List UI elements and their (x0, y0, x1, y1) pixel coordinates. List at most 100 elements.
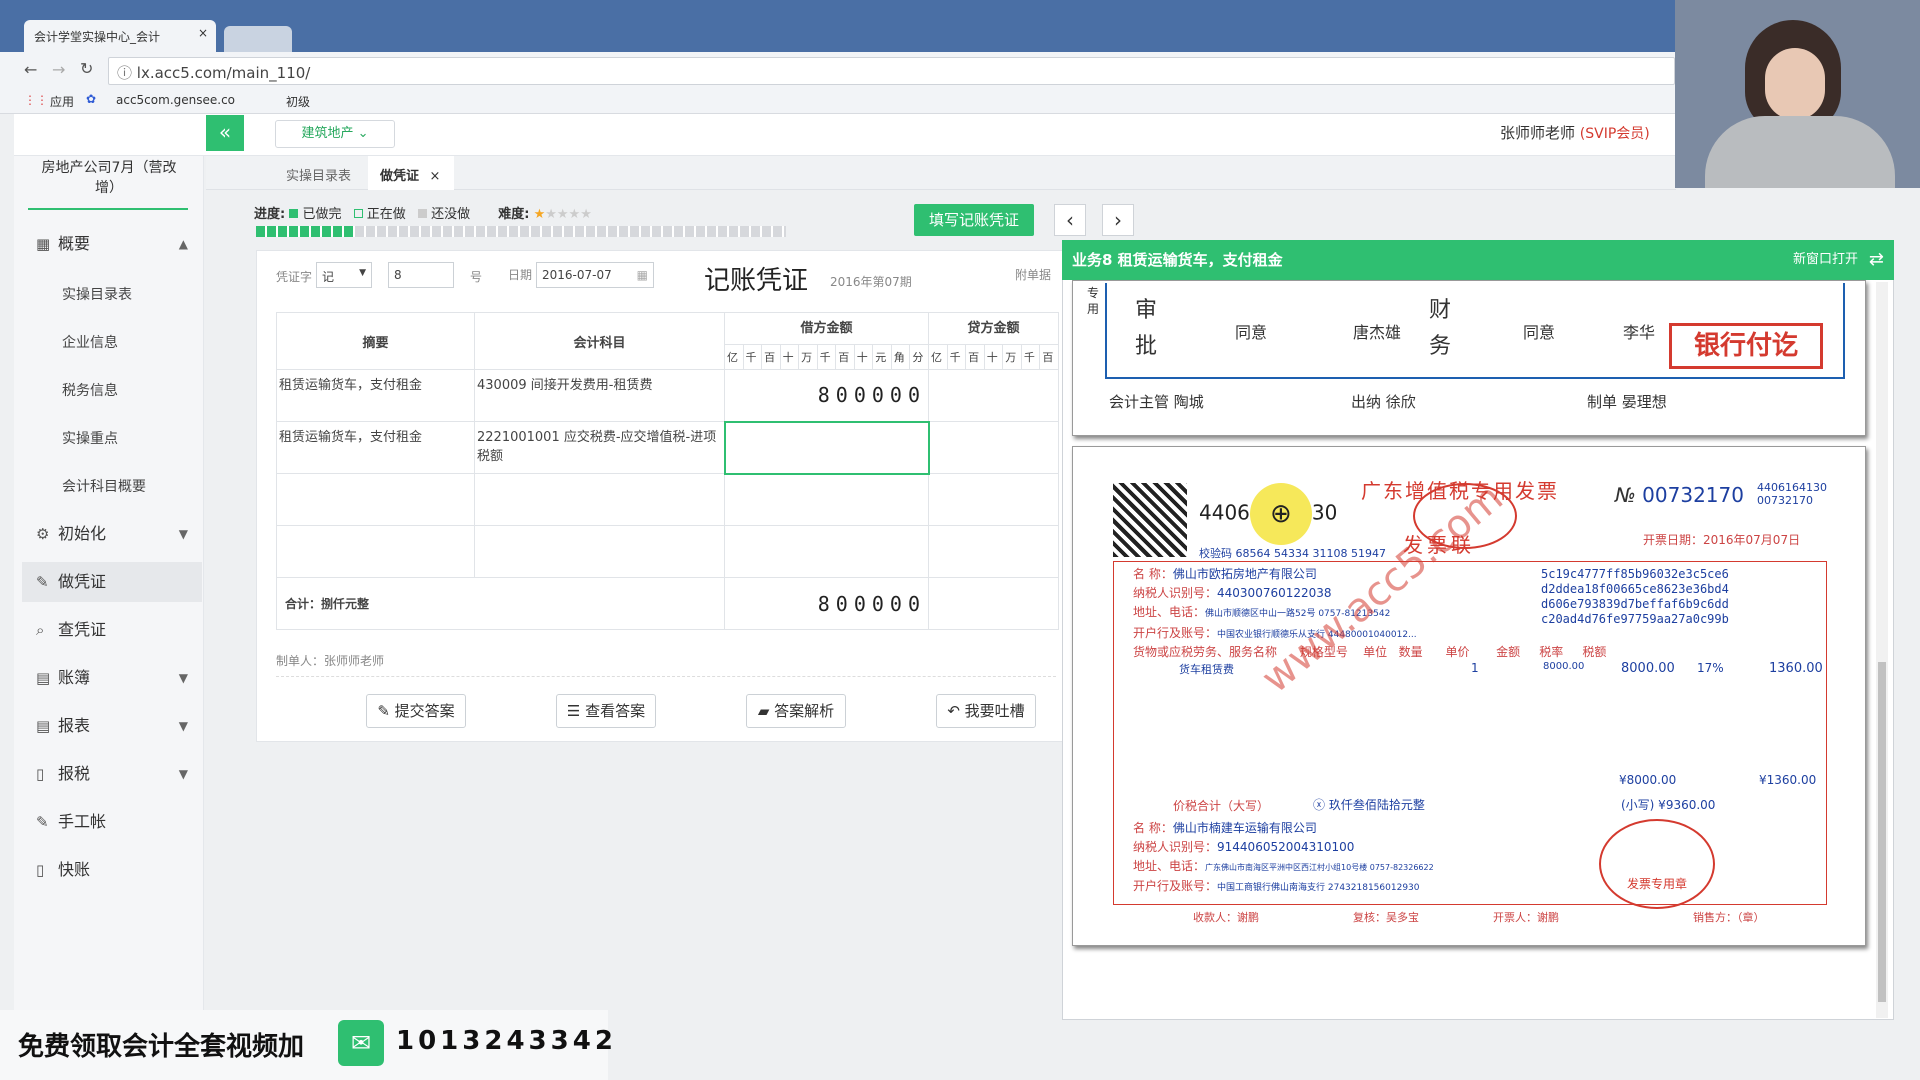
credit-cell[interactable] (928, 369, 1059, 422)
seal-text: 发票专用章 (1626, 877, 1687, 891)
new-tab-button[interactable] (224, 26, 292, 52)
next-button[interactable]: › (1102, 204, 1134, 236)
bookmark-acc5[interactable]: acc5com.gensee.co (116, 93, 235, 107)
unit-cell: 十 (983, 344, 1004, 370)
voucher-row[interactable] (276, 473, 1059, 526)
account-cell[interactable]: 430009 间接开发费用-租赁费 (474, 369, 725, 422)
voucher-table: 摘要 会计科目 借方金额 贷方金额 亿千百十万千百十元角分 亿千百十万千百 租赁… (276, 312, 1059, 630)
summary-cell[interactable]: 租赁运输货车，支付租金 (276, 421, 475, 474)
credit-cell[interactable] (928, 421, 1059, 474)
scroll-thumb[interactable] (1878, 662, 1886, 1002)
vat-invoice: 4406 ⊕ 30 广东增值税专用发票 发票联 № 00732170 4406164… (1072, 446, 1866, 946)
debit-cell[interactable] (724, 473, 929, 526)
cipher-line: 5c19c4777ff85b96032e3c5ce6 (1541, 567, 1729, 581)
back-icon[interactable]: ← (24, 60, 37, 79)
summary-cell[interactable]: 租赁运输货车，支付租金 (276, 369, 475, 422)
done-label: 已做完 (302, 207, 342, 222)
viewer-scrollbar[interactable] (1876, 282, 1888, 1018)
answer-analysis-button[interactable]: ▰ 答案解析 (746, 694, 846, 728)
nav-make-voucher[interactable]: ✎ 做凭证 (22, 562, 202, 602)
submit-answer-button[interactable]: ✎ 提交答案 (366, 694, 466, 728)
gear-icon: ⚙ (36, 525, 50, 543)
collapse-sidebar-button[interactable]: « (206, 115, 244, 151)
nav-report[interactable]: ▤ 报表 ▼ (22, 706, 202, 746)
seller-row: 纳税人识别号：914406052004310100 (1133, 840, 1355, 854)
debit-cell[interactable] (724, 525, 929, 578)
word-select[interactable]: 记 ▼ (316, 262, 372, 288)
wechat-icon: ✉ (338, 1020, 384, 1066)
unit-cell: 千 (946, 344, 967, 370)
maker-label: 制单 晏理想 (1587, 391, 1667, 412)
debit-cell[interactable]: 800000 (724, 369, 929, 422)
tab-catalog[interactable]: 实操目录表 (286, 165, 351, 184)
industry-dropdown[interactable]: 建筑地产 ⌄ (275, 120, 395, 148)
edit-icon: ✎ (377, 702, 395, 720)
url-input[interactable]: ⓘ lx.acc5.com/main_110/ (108, 57, 1675, 85)
credit-cell[interactable] (928, 473, 1059, 526)
swap-icon[interactable]: ⇄ (1869, 240, 1884, 280)
close-icon[interactable]: × (430, 169, 441, 184)
sidebar-sub-accounts[interactable]: 会计科目概要 (62, 476, 146, 496)
credit-cell[interactable] (928, 525, 1059, 578)
nav-quick[interactable]: ▯ 快账 (22, 850, 202, 890)
unit-cell: 百 (761, 344, 781, 370)
forward-icon[interactable]: → (52, 60, 65, 79)
view-answer-button[interactable]: ☰ 查看答案 (556, 694, 656, 728)
prev-button[interactable]: ‹ (1054, 204, 1086, 236)
browser-tab[interactable]: 会计学堂实操中心_会计 × (24, 20, 216, 52)
voucher-row[interactable]: 租赁运输货车，支付租金 2221001001 应交税费-应交增值税-进项税额 (276, 420, 1059, 475)
user-level: (SVIP会员) (1579, 126, 1650, 142)
sidebar-sub-tax-info[interactable]: 税务信息 (62, 380, 118, 400)
todo-label: 还没做 (431, 207, 471, 222)
app-header (14, 114, 1675, 156)
invoice-check: 校验码 68564 54334 31108 51947 (1199, 547, 1386, 560)
folder-icon: ▰ (757, 702, 775, 720)
nav-query-voucher[interactable]: ⌕ 查凭证 (22, 610, 202, 650)
voucher-row[interactable] (276, 525, 1059, 578)
summary-cell[interactable] (276, 473, 475, 526)
nav-manual[interactable]: ✎ 手工帐 (22, 802, 202, 842)
summary-cell[interactable] (276, 525, 475, 578)
unit-cell: 千 (1020, 344, 1041, 370)
nav-tax[interactable]: ▯ 报税 ▼ (22, 754, 202, 794)
account-cell[interactable] (474, 525, 725, 578)
cipher-line: d2ddea18f00665ce8623e36bd4 (1541, 582, 1729, 596)
sidebar-sub-company-info[interactable]: 企业信息 (62, 332, 118, 352)
word-value: 记 (322, 270, 335, 284)
voucher-row[interactable]: 租赁运输货车，支付租金 430009 间接开发费用-租赁费 800000 (276, 369, 1059, 422)
sidebar-sub-key-points[interactable]: 实操重点 (62, 428, 118, 448)
total-upper: ⓧ 玖仟叁佰陆拾元整 (1313, 798, 1425, 812)
page-tabs: 实操目录表 做凭证 × (206, 156, 1676, 190)
buyer-tax: 440300760122038 (1217, 586, 1332, 600)
open-new-window-button[interactable]: 新窗口打开 (1793, 240, 1858, 280)
feedback-button[interactable]: ↶ 我要吐槽 (936, 694, 1036, 728)
account-cell[interactable] (474, 473, 725, 526)
bookmark-chuji[interactable]: 初级 (286, 93, 310, 110)
nav-label: 做凭证 (58, 572, 107, 591)
col-debit: 借方金额 (724, 312, 929, 345)
list-icon: ☰ (566, 702, 586, 720)
user-info[interactable]: 张师师老师 (SVIP会员) (1500, 122, 1670, 143)
debit-cell-active[interactable] (723, 420, 930, 475)
account-cell[interactable]: 2221001001 应交税费-应交增值税-进项税额 (474, 421, 725, 474)
reload-icon[interactable]: ↻ (80, 59, 93, 78)
unit-cell: 分 (909, 344, 929, 370)
close-icon[interactable]: × (198, 26, 208, 40)
unit-cell: 亿 (928, 344, 948, 370)
nav-init[interactable]: ⚙ 初始化 ▼ (22, 514, 202, 554)
buyer-name: 佛山市欧拓房地产有限公司 (1172, 567, 1317, 581)
bookmark-apps[interactable]: 应用 (50, 93, 74, 110)
invoice-code-prefix: 4406 (1199, 500, 1250, 525)
tab-make-voucher[interactable]: 做凭证 × (368, 156, 454, 190)
total-row: 合计：捌仟元整 800000 (276, 577, 1059, 630)
voucher-number-input[interactable]: 8 (388, 262, 454, 288)
zoom-icon[interactable]: ⊕ (1249, 483, 1312, 545)
maker-label: 制单人：张师师老师 (276, 654, 385, 668)
nav-overview[interactable]: ▦ 概要 ▲ (22, 224, 202, 264)
apps-icon[interactable]: ⋮⋮ (24, 93, 48, 107)
fill-voucher-button[interactable]: 填写记账凭证 (914, 204, 1034, 236)
date-input[interactable]: 2016-07-07 ▦ (536, 262, 654, 288)
nav-ledger[interactable]: ▤ 账簿 ▼ (22, 658, 202, 698)
sidebar-sub-catalog[interactable]: 实操目录表 (62, 284, 132, 304)
maker-name: 晏理想 (1621, 393, 1667, 411)
